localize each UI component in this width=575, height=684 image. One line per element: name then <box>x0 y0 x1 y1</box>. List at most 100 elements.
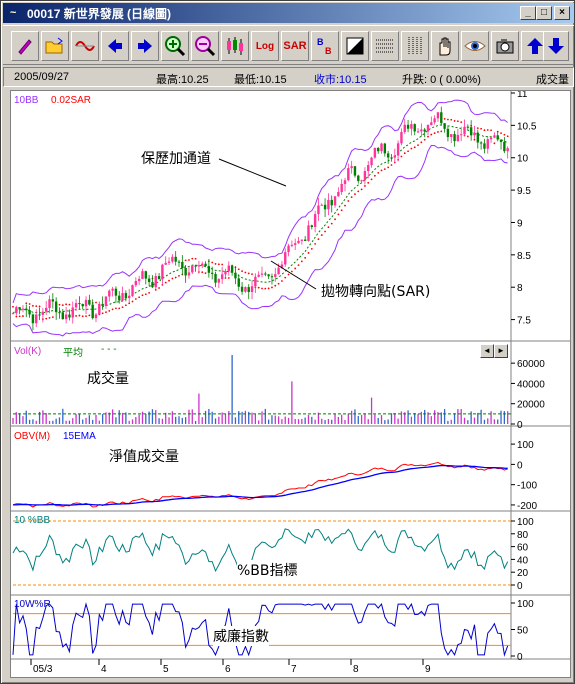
low-value: 最低:10.15 <box>234 74 287 86</box>
sar-point <box>506 135 509 138</box>
candle-body <box>191 265 194 273</box>
arrow-left-icon[interactable] <box>101 31 129 61</box>
obv-tick-label: 0 <box>517 460 523 471</box>
arrow-down-icon[interactable] <box>543 31 569 61</box>
candle-body <box>423 129 426 132</box>
log-scale-icon[interactable]: Log <box>251 31 279 61</box>
candle-body <box>396 143 400 156</box>
candle-body <box>114 288 118 296</box>
contrast-icon[interactable] <box>341 31 369 61</box>
sar-point <box>227 277 230 279</box>
sar-point <box>327 226 330 229</box>
sar-point <box>12 305 14 308</box>
zoom-in-icon[interactable] <box>161 31 189 61</box>
bb-legend: 10BB <box>14 95 39 106</box>
candle-body <box>383 143 387 154</box>
sar-point <box>88 314 91 317</box>
sar-point <box>204 272 207 275</box>
sar-point <box>317 238 320 241</box>
candle-body <box>184 267 187 276</box>
candle-body <box>214 273 217 283</box>
close-button[interactable]: × <box>554 6 570 20</box>
candle-body <box>21 308 25 310</box>
sar-point <box>164 281 167 284</box>
candle-body <box>496 135 499 140</box>
sar-point <box>443 118 446 120</box>
sar-point <box>65 303 68 306</box>
svg-text:B: B <box>317 37 324 47</box>
sar-point <box>357 190 360 193</box>
pctbb-tick-label: 60 <box>517 543 529 554</box>
sar-point <box>174 276 177 279</box>
sar-point <box>144 293 147 296</box>
candle-body <box>330 199 333 206</box>
sar-point <box>403 152 406 155</box>
sar-point <box>473 138 476 141</box>
candle-body <box>413 124 416 132</box>
candle-body <box>247 287 250 293</box>
candle-body <box>473 132 476 136</box>
x-tick-label: 6 <box>225 664 231 675</box>
eye-icon[interactable] <box>461 31 489 61</box>
minimize-button[interactable]: _ <box>520 6 536 20</box>
sar-point <box>18 315 21 318</box>
sar-point <box>85 315 87 318</box>
candle-body <box>81 303 84 307</box>
sar-point <box>81 315 84 318</box>
price-tick-label: 11 <box>517 91 528 100</box>
candle-body <box>486 139 489 149</box>
camera-icon[interactable] <box>491 31 519 61</box>
sar-icon[interactable]: SAR <box>281 31 309 61</box>
candle-body <box>277 267 280 275</box>
candle-body <box>25 308 28 311</box>
obv-tick-label: -100 <box>517 481 537 492</box>
candle-body <box>154 276 157 288</box>
arrow-right-icon[interactable] <box>131 31 159 61</box>
candle-body <box>267 274 270 277</box>
volume-header: 成交量 <box>536 74 569 86</box>
candlestick-icon[interactable] <box>221 31 249 61</box>
price-tick-label: 9 <box>517 218 523 229</box>
scroll-left-button[interactable]: ◄ <box>480 344 494 358</box>
candle-body <box>118 295 121 301</box>
bb-lower-line <box>12 144 508 337</box>
candle-body <box>274 274 277 277</box>
candle-body <box>137 278 141 282</box>
title-bar[interactable]: ~ 00017 新世界發展 (日線圖) _ □ × <box>3 3 574 23</box>
x-tick-label: 4 <box>101 664 107 675</box>
chart-area[interactable]: 11 10.5 10 9.5 9 8.5 8 7.5 60000 40000 20000 0 100 0 -… <box>10 90 571 678</box>
sar-point <box>423 138 426 141</box>
sar-point <box>58 303 61 306</box>
sar-point <box>251 273 253 276</box>
candle-body <box>463 126 466 135</box>
maximize-button[interactable]: □ <box>536 6 552 20</box>
sar-point <box>78 314 81 317</box>
candle-body <box>201 263 204 266</box>
zoom-out-icon[interactable] <box>191 31 219 61</box>
price-tick-label: 8 <box>517 283 523 294</box>
scroll-right-button[interactable]: ► <box>494 344 508 358</box>
bb-icon[interactable]: BB <box>311 31 339 61</box>
candle-body <box>204 263 207 267</box>
candle-body <box>74 303 78 308</box>
open-folder-icon[interactable] <box>41 31 69 61</box>
wave-line-icon[interactable] <box>71 31 99 61</box>
sar-point <box>493 142 496 145</box>
sar-point <box>427 135 429 138</box>
sar-point <box>134 298 137 300</box>
candle-body <box>307 225 310 241</box>
sar-point <box>244 271 247 274</box>
grid-vertical-icon[interactable] <box>401 31 429 61</box>
candle-body <box>131 285 134 296</box>
candle-body <box>453 134 456 142</box>
candle-body <box>284 252 287 265</box>
hand-icon[interactable] <box>431 31 459 61</box>
wr-legend: 10W%R <box>14 599 51 610</box>
candle-body <box>469 127 473 136</box>
pencil-icon[interactable] <box>11 31 39 61</box>
vol-tick-label: 60000 <box>517 359 545 370</box>
sar-point <box>48 316 51 319</box>
grid-horizontal-icon[interactable] <box>371 31 399 61</box>
candle-body <box>440 112 443 124</box>
candle-body <box>147 278 151 283</box>
